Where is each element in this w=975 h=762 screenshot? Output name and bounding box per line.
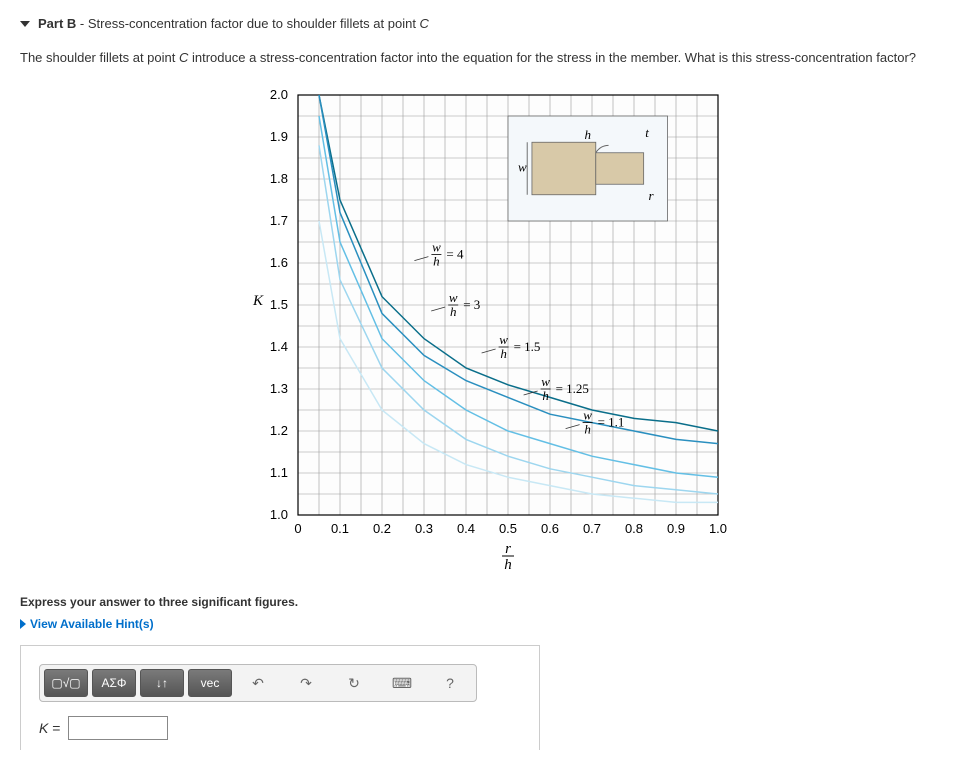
answer-box: ▢√▢ ΑΣΦ ↓↑ vec ↶ ↷ ↻ ⌨ ? K = [20, 645, 540, 750]
express-instruction: Express your answer to three significant… [20, 595, 955, 609]
svg-text:w: w [499, 332, 508, 347]
svg-text:t: t [645, 125, 649, 140]
svg-text:0.4: 0.4 [456, 521, 474, 536]
svg-text:h: h [433, 254, 440, 269]
part-title: Part B - Stress-concentration factor due… [38, 16, 429, 31]
part-prefix: Part B [38, 16, 76, 31]
svg-text:= 1.25: = 1.25 [555, 381, 588, 396]
svg-text:2.0: 2.0 [269, 87, 287, 102]
part-header[interactable]: Part B - Stress-concentration factor due… [20, 10, 955, 37]
stress-concentration-chart: 0 0.1 0.2 0.3 0.4 0.5 0.6 0.7 0.8 0.9 1.0 1.0 1.1 1.2… [228, 75, 748, 575]
svg-text:1.8: 1.8 [269, 171, 287, 186]
svg-text:w: w [583, 408, 592, 423]
svg-text:0.2: 0.2 [372, 521, 390, 536]
svg-text:1.5: 1.5 [269, 297, 287, 312]
svg-text:h: h [584, 422, 591, 437]
svg-text:1.0: 1.0 [269, 507, 287, 522]
svg-text:1.2: 1.2 [269, 423, 287, 438]
vec-button[interactable]: vec [188, 669, 232, 697]
svg-text:h: h [542, 388, 549, 403]
greek-button[interactable]: ΑΣΦ [92, 669, 136, 697]
svg-text:0.7: 0.7 [582, 521, 600, 536]
caret-down-icon [20, 21, 30, 27]
svg-text:1.4: 1.4 [269, 339, 287, 354]
svg-text:h: h [449, 304, 456, 319]
q-line1: The shoulder fillets at point [20, 50, 179, 65]
svg-text:= 3: = 3 [463, 297, 480, 312]
svg-text:1.6: 1.6 [269, 255, 287, 270]
svg-text:1.7: 1.7 [269, 213, 287, 228]
help-button[interactable]: ? [428, 669, 472, 697]
answer-input[interactable] [68, 716, 168, 740]
svg-text:1.9: 1.9 [269, 129, 287, 144]
svg-text:1.0: 1.0 [708, 521, 726, 536]
chart-container: 0 0.1 0.2 0.3 0.4 0.5 0.6 0.7 0.8 0.9 1.0 1.0 1.1 1.2… [20, 75, 955, 575]
q-point: C [179, 50, 188, 65]
svg-text:h: h [584, 127, 591, 142]
undo-button[interactable]: ↶ [236, 669, 280, 697]
hints-label: View Available Hint(s) [30, 617, 154, 631]
svg-text:= 1.1: = 1.1 [597, 415, 624, 430]
svg-text:= 4: = 4 [446, 247, 464, 262]
svg-text:= 1.5: = 1.5 [513, 339, 540, 354]
question-text: The shoulder fillets at point C introduc… [20, 49, 955, 67]
view-hints-link[interactable]: View Available Hint(s) [20, 617, 955, 631]
part-point: C [420, 16, 429, 31]
answer-row: K = [39, 716, 521, 740]
part-dash: - [76, 16, 88, 31]
svg-text:1.3: 1.3 [269, 381, 287, 396]
svg-text:K: K [251, 293, 263, 309]
svg-text:1.1: 1.1 [269, 465, 287, 480]
part-title-text: Stress-concentration factor due to shoul… [88, 16, 420, 31]
svg-text:w: w [448, 290, 457, 305]
svg-text:h: h [500, 346, 507, 361]
svg-text:0.6: 0.6 [540, 521, 558, 536]
templates-button[interactable]: ▢√▢ [44, 669, 88, 697]
svg-text:0.9: 0.9 [666, 521, 684, 536]
redo-button[interactable]: ↷ [284, 669, 328, 697]
answer-label: K = [39, 720, 60, 736]
svg-text:r: r [505, 541, 511, 557]
q-line2: introduce a stress-concentration factor … [188, 50, 916, 65]
equation-toolbar: ▢√▢ ΑΣΦ ↓↑ vec ↶ ↷ ↻ ⌨ ? [39, 664, 477, 702]
svg-text:0: 0 [294, 521, 301, 536]
svg-text:w: w [432, 240, 441, 255]
svg-text:h: h [504, 557, 512, 573]
keyboard-button[interactable]: ⌨ [380, 669, 424, 697]
reset-button[interactable]: ↻ [332, 669, 376, 697]
svg-text:0.1: 0.1 [330, 521, 348, 536]
svg-text:0.5: 0.5 [498, 521, 516, 536]
svg-text:0.3: 0.3 [414, 521, 432, 536]
caret-right-icon [20, 619, 26, 629]
arrows-button[interactable]: ↓↑ [140, 669, 184, 697]
svg-text:w: w [518, 160, 527, 175]
svg-text:w: w [541, 374, 550, 389]
svg-text:0.8: 0.8 [624, 521, 642, 536]
